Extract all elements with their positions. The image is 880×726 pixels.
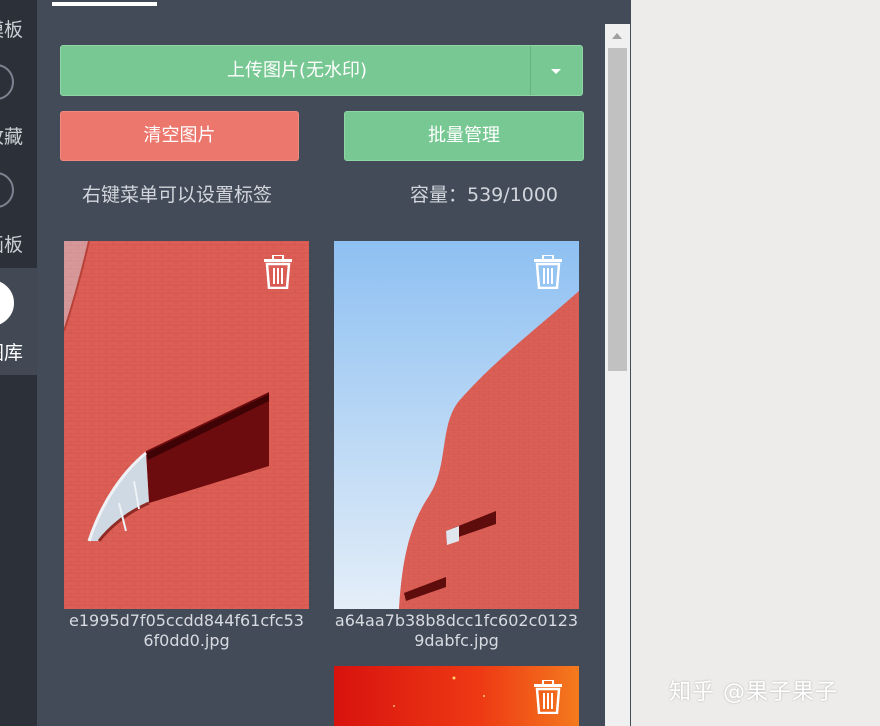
scroll-up-icon[interactable] — [612, 33, 622, 39]
tag-hint-text: 右键菜单可以设置标签 — [82, 184, 273, 206]
gallery-panel: 上传图片(无水印) 清空图片 批量管理 右键菜单可以设置标签 容量：539/10… — [37, 0, 631, 726]
image-thumbnail[interactable] — [334, 241, 579, 609]
gallery-card[interactable]: a64aa7b38b8dcc1fc602c01239dabfc.jpg — [334, 241, 579, 651]
rail-item-gallery[interactable]: 图库 — [0, 268, 37, 375]
gallery-icon — [0, 280, 14, 326]
trash-icon[interactable] — [263, 255, 293, 289]
trash-icon[interactable] — [533, 680, 563, 714]
rail-item-artboard[interactable]: 画板 — [0, 160, 37, 267]
brick-building-image — [64, 241, 309, 609]
batch-manage-button[interactable]: 批量管理 — [344, 111, 584, 161]
rail-item-label: 图库 — [0, 342, 23, 364]
image-filename: e1995d7f05ccdd844f61cfc536f0dd0.jpg — [69, 611, 304, 650]
rail-item-label: 模板 — [0, 19, 23, 41]
rail-item-label: 收藏 — [0, 126, 23, 148]
active-tab-indicator — [52, 2, 157, 6]
upload-button[interactable]: 上传图片(无水印) — [60, 45, 583, 96]
gallery-card[interactable] — [334, 666, 579, 726]
chevron-down-icon[interactable] — [530, 46, 582, 95]
artboard-icon — [0, 172, 14, 208]
favorites-icon — [0, 64, 14, 100]
gallery-card[interactable]: e1995d7f05ccdd844f61cfc536f0dd0.jpg — [64, 241, 309, 651]
watermark-text: 知乎 @果子果子 — [669, 680, 838, 705]
image-thumbnail[interactable] — [64, 241, 309, 609]
image-thumbnail[interactable] — [334, 666, 579, 726]
capacity-text: 容量：539/1000 — [410, 184, 559, 206]
clear-images-button[interactable]: 清空图片 — [60, 111, 299, 161]
rail-item-favorites[interactable]: 收藏 — [0, 52, 37, 159]
vertical-scrollbar[interactable] — [605, 24, 630, 726]
left-nav-rail: 模板 收藏 画板 图库 — [0, 0, 37, 726]
rail-item-templates[interactable]: 模板 — [0, 0, 37, 47]
rail-item-label: 画板 — [0, 234, 23, 256]
image-filename: a64aa7b38b8dcc1fc602c01239dabfc.jpg — [334, 611, 579, 650]
curved-wall-image — [334, 241, 579, 609]
trash-icon[interactable] — [533, 255, 563, 289]
scrollbar-thumb[interactable] — [608, 48, 627, 371]
upload-button-label: 上传图片(无水印) — [226, 60, 368, 81]
